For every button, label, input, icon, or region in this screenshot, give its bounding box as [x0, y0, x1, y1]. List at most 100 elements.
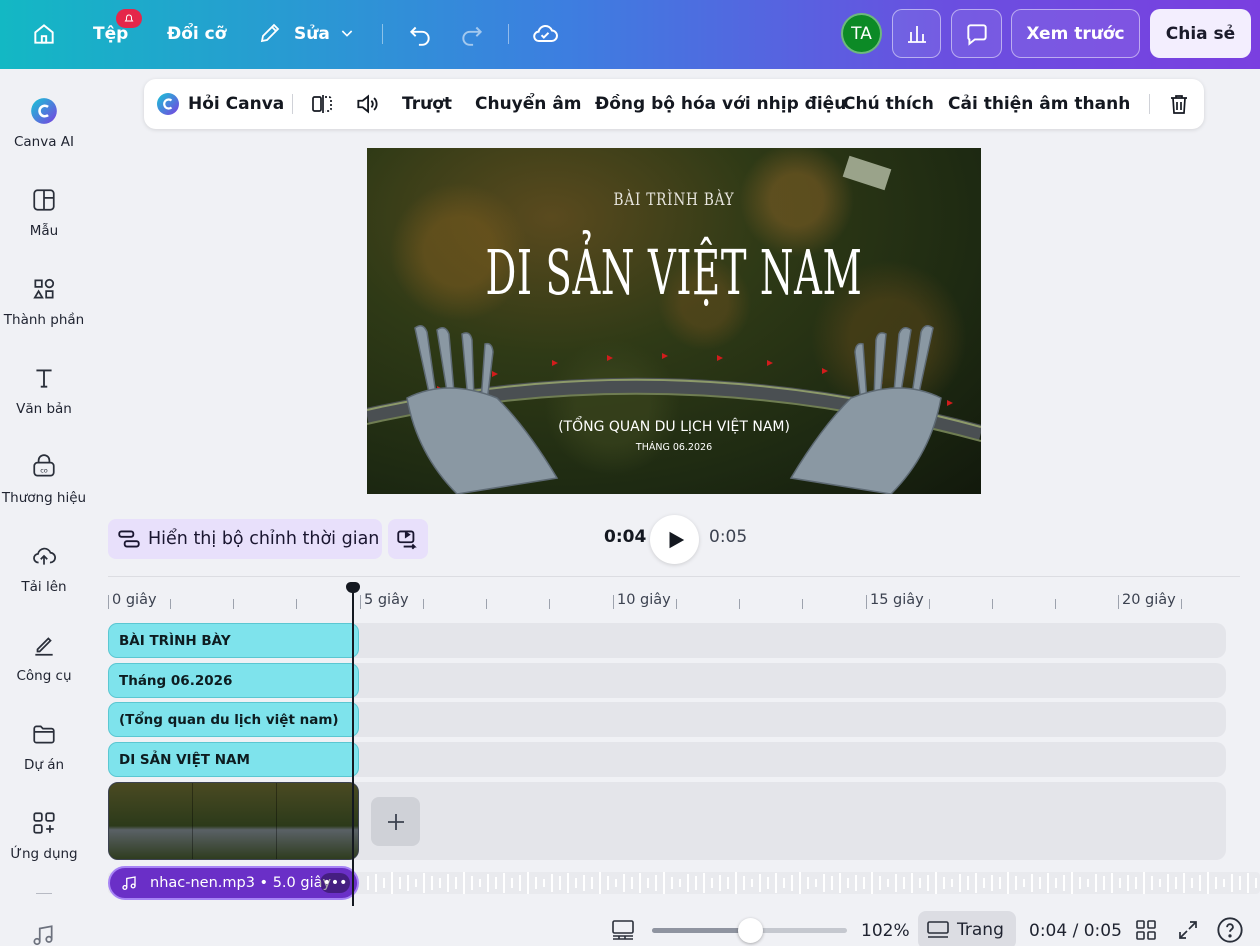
help-icon[interactable] [1216, 916, 1244, 944]
divider [382, 24, 383, 44]
ruler-tick [802, 599, 803, 609]
text-clip[interactable]: Tháng 06.2026 [108, 663, 359, 698]
brand-icon: co [29, 452, 59, 482]
split-clip-icon[interactable] [310, 79, 334, 129]
playhead-handle[interactable] [346, 582, 360, 593]
sidebar-item-label: Thành phần [3, 312, 85, 328]
avatar[interactable]: TA [841, 13, 882, 54]
sidebar-item-projects[interactable]: Dự án [0, 719, 88, 773]
slide-subtitle[interactable]: BÀI TRÌNH BÀY [428, 190, 919, 210]
transition-button[interactable]: Chuyển âm [475, 79, 582, 129]
canva-ai-icon [29, 96, 59, 126]
beat-sync-label: Đồng bộ hóa với nhịp điệu [595, 94, 847, 114]
show-timing-button[interactable]: Hiển thị bộ chỉnh thời gian [108, 519, 382, 559]
slide-date[interactable]: THÁNG 06.2026 [367, 442, 981, 453]
add-clip-button[interactable] [371, 797, 420, 846]
edit-menu[interactable]: Sửa [294, 16, 330, 52]
video-thumbnail [109, 783, 193, 859]
zoom-slider-thumb[interactable] [737, 918, 763, 943]
playhead[interactable] [352, 584, 354, 906]
trash-icon[interactable] [1167, 79, 1191, 129]
ruler-tick [1055, 599, 1056, 609]
notification-badge-icon [116, 9, 142, 28]
enhance-audio-button[interactable]: Cải thiện âm thanh [948, 79, 1130, 129]
redo-icon[interactable] [458, 20, 486, 48]
resize-menu[interactable]: Đổi cỡ [167, 16, 226, 52]
chevron-down-icon[interactable] [338, 24, 356, 42]
loop-button[interactable] [388, 519, 428, 559]
sidebar-item-brand[interactable]: co Thương hiệu [0, 452, 88, 506]
upload-icon [29, 541, 59, 571]
caption-label: Chú thích [843, 94, 934, 114]
sidebar-item-uploads[interactable]: Tải lên [0, 541, 88, 595]
zoom-slider-fill [652, 928, 750, 933]
volume-icon[interactable] [354, 79, 380, 129]
svg-text:co: co [40, 466, 48, 474]
slide-button[interactable]: Trượt [402, 79, 452, 129]
top-bar: Tệp Đổi cỡ Sửa TA Xem trước Chia sẻ [0, 0, 1260, 69]
music-note-icon [122, 876, 136, 891]
enhance-audio-label: Cải thiện âm thanh [948, 94, 1131, 114]
comment-button[interactable] [951, 9, 1002, 58]
page-view-label: Trang [957, 920, 1004, 940]
ruler-tick [486, 599, 487, 609]
edit-menu-label: Sửa [294, 24, 330, 44]
zoom-level[interactable]: 102% [861, 921, 910, 941]
fullscreen-icon[interactable] [1176, 918, 1200, 942]
home-icon[interactable] [30, 20, 58, 48]
music-icon[interactable] [30, 922, 58, 946]
timing-icon [118, 530, 140, 548]
play-button[interactable] [650, 515, 699, 564]
sidebar-item-label: Thương hiệu [1, 490, 87, 506]
sidebar-item-apps[interactable]: Ứng dụng [0, 808, 88, 862]
sidebar-item-canva-ai[interactable]: Canva AI [0, 96, 88, 150]
sidebar-item-text[interactable]: Văn bản [0, 363, 88, 417]
show-timing-label: Hiển thị bộ chỉnh thời gian [148, 529, 380, 549]
apps-icon [29, 808, 59, 838]
cloud-saved-icon[interactable] [530, 19, 560, 49]
play-icon [669, 531, 684, 548]
ruler-tick [992, 599, 993, 609]
grid-view-icon[interactable] [1134, 918, 1158, 942]
beat-sync-button[interactable]: Đồng bộ hóa với nhịp điệu [595, 79, 846, 129]
video-clip[interactable] [108, 782, 359, 860]
ask-canva-button[interactable]: Hỏi Canva [156, 79, 284, 129]
sidebar-item-tools[interactable]: Công cụ [0, 630, 88, 684]
ruler-tick [233, 599, 234, 609]
divider [1149, 94, 1150, 114]
text-clip[interactable]: (Tổng quan du lịch việt nam) [108, 702, 359, 737]
divider [508, 24, 509, 44]
video-thumbnail [193, 783, 277, 859]
page-view-button[interactable]: Trang [918, 911, 1016, 946]
sidebar-item-templates[interactable]: Mẫu [0, 185, 88, 239]
slide-canvas[interactable]: BÀI TRÌNH BÀY DI SẢN VIỆT NAM (TỔNG QUAN… [367, 148, 981, 494]
ruler-label: 15 giây [870, 592, 924, 608]
ruler-tick [423, 599, 424, 609]
text-clip[interactable]: DI SẢN VIỆT NAM [108, 742, 359, 777]
time-readout: 0:04 / 0:05 [1029, 921, 1122, 941]
slide-label: Trượt [402, 94, 453, 114]
share-button[interactable]: Chia sẻ [1150, 9, 1251, 58]
ruler-tick [170, 599, 171, 609]
text-clip[interactable]: BÀI TRÌNH BÀY [108, 623, 359, 658]
sidebar-item-label: Công cụ [16, 668, 72, 684]
preview-button[interactable]: Xem trước [1011, 9, 1140, 58]
ruler-tick [108, 595, 109, 609]
divider [36, 893, 52, 894]
slide-tagline[interactable]: (TỔNG QUAN DU LỊCH VIỆT NAM) [367, 419, 981, 435]
caption-button[interactable]: Chú thích [843, 79, 934, 129]
transition-label: Chuyển âm [475, 94, 582, 114]
timeline-toggle-icon[interactable] [611, 918, 635, 942]
ruler-tick [360, 595, 361, 609]
sidebar-item-elements[interactable]: Thành phần [0, 274, 88, 328]
ruler-tick [549, 599, 550, 609]
ruler-label: 5 giây [364, 592, 409, 608]
template-icon [29, 185, 59, 215]
insights-button[interactable] [892, 9, 941, 58]
slide-title[interactable]: DI SẢN VIỆT NAM [484, 236, 865, 309]
page-layout-icon [927, 921, 949, 938]
more-options-icon[interactable]: ••• [320, 873, 350, 893]
preview-button-label: Xem trước [1026, 23, 1125, 44]
tools-icon [29, 630, 59, 660]
undo-icon[interactable] [406, 20, 434, 48]
